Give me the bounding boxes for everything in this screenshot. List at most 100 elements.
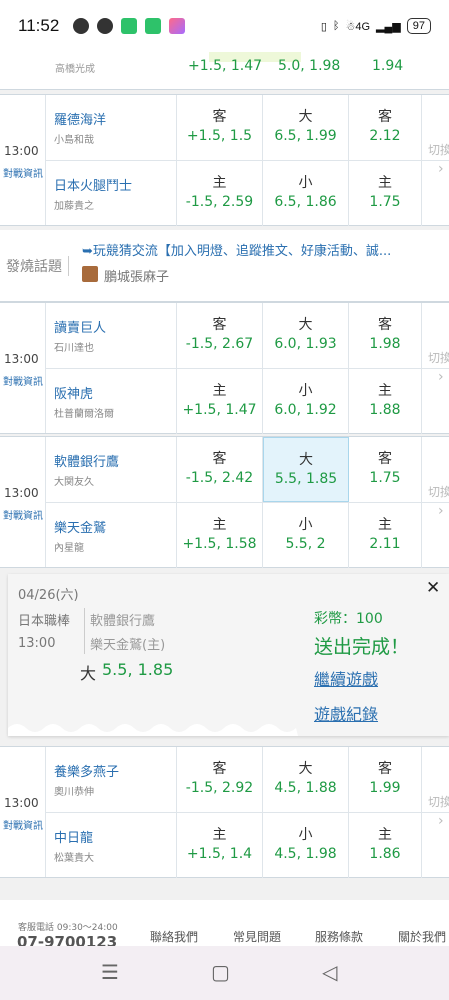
- moneyline-odd[interactable]: 主 2.11: [349, 503, 422, 568]
- spread-odd[interactable]: 客 +1.5, 1.5: [177, 95, 263, 160]
- app-notification-icon: [121, 18, 138, 34]
- match-info-link[interactable]: 對戰資訊: [3, 373, 43, 388]
- odd-value: 2.12: [369, 128, 401, 144]
- spread-odd[interactable]: 主 -1.5, 2.59: [177, 161, 263, 226]
- spread-odd[interactable]: 主 +1.5, 1.47: [177, 369, 263, 434]
- switch-column[interactable]: 切換 ›: [422, 747, 449, 877]
- network-indicator: ☃4G: [345, 20, 371, 33]
- spread-odd[interactable]: 客 -1.5, 2.92: [177, 747, 263, 812]
- popup-team-away: 軟體銀行鷹: [90, 614, 156, 629]
- chevron-right-icon[interactable]: ›: [438, 369, 444, 385]
- total-odd-selected[interactable]: 大 5.5, 1.85: [263, 437, 349, 502]
- odd-label: 小: [298, 517, 313, 533]
- odd-value[interactable]: 1.94: [372, 58, 403, 74]
- odd-label: 大: [298, 761, 313, 777]
- popup-coins: 彩幣：100: [314, 611, 383, 627]
- switch-label[interactable]: 切換: [428, 141, 449, 158]
- menu-icon[interactable]: ☰: [101, 960, 119, 984]
- total-odd[interactable]: 小 6.0, 1.92: [263, 369, 349, 434]
- team-cell[interactable]: 讀賣巨人 石川達也: [46, 303, 177, 368]
- match-info-link[interactable]: 對戰資訊: [3, 817, 43, 832]
- topic-author[interactable]: 鵬城張麻子: [104, 266, 169, 285]
- topic-title-link[interactable]: ➥玩競猜交流【加入明燈、追蹤推文、好康活動、誠...: [82, 240, 444, 259]
- team-name[interactable]: 讀賣巨人: [54, 317, 176, 336]
- total-odd[interactable]: 小 5.5, 2: [263, 503, 349, 568]
- odd-value: 4.5, 1.98: [274, 846, 337, 862]
- spread-odd[interactable]: 客 -1.5, 2.67: [177, 303, 263, 368]
- total-odd[interactable]: 大 6.5, 1.99: [263, 95, 349, 160]
- pitcher-name: 杜普蘭爾洛爾: [54, 409, 114, 420]
- service-phone-label: 客服電話 09:30～24:00: [18, 923, 118, 933]
- moneyline-odd[interactable]: 客 1.98: [349, 303, 422, 368]
- team-name[interactable]: 養樂多燕子: [54, 761, 176, 780]
- game-record-link[interactable]: 遊戲紀錄: [314, 701, 378, 725]
- total-odd[interactable]: 小 4.5, 1.98: [263, 813, 349, 878]
- switch-column[interactable]: 切換 ›: [422, 95, 449, 225]
- moneyline-odd[interactable]: 主 1.88: [349, 369, 422, 434]
- team-name[interactable]: 日本火腿鬥士: [54, 175, 176, 194]
- odd-label: 大: [298, 109, 313, 125]
- system-status: ▯ ᛒ ☃4G ▂▄▆ 97: [321, 18, 431, 34]
- game-time: 13:00: [4, 352, 39, 366]
- spread-odd[interactable]: 主 +1.5, 1.4: [177, 813, 263, 878]
- chevron-right-icon[interactable]: ›: [438, 161, 444, 177]
- away-team-row: 讀賣巨人 石川達也 客 -1.5, 2.67 大 6.0, 1.93 客 1.98: [46, 303, 449, 368]
- team-name[interactable]: 阪神虎: [54, 383, 176, 402]
- switch-label[interactable]: 切換: [428, 793, 449, 810]
- moneyline-odd[interactable]: 主 1.75: [349, 161, 422, 226]
- notification-icons: [73, 18, 186, 34]
- chevron-right-icon[interactable]: ›: [438, 503, 444, 519]
- odd-value: 2.11: [369, 536, 401, 552]
- odd-value[interactable]: 5.0, 1.98: [278, 58, 340, 74]
- match-info-link[interactable]: 對戰資訊: [3, 507, 43, 522]
- home-icon[interactable]: ▢: [211, 960, 230, 984]
- service-phone[interactable]: 07-9700123: [17, 933, 117, 946]
- continue-game-link[interactable]: 繼續遊戲: [314, 666, 378, 690]
- spread-odd[interactable]: 客 -1.5, 2.42: [177, 437, 263, 502]
- odd-label: 客: [212, 109, 227, 125]
- chevron-right-icon[interactable]: ›: [438, 813, 444, 829]
- popup-league: 日本職棒: [18, 614, 71, 629]
- team-name[interactable]: 樂天金鷲: [54, 517, 176, 536]
- battery-indicator: 97: [406, 18, 431, 34]
- total-odd[interactable]: 大 6.0, 1.93: [263, 303, 349, 368]
- team-cell[interactable]: 羅德海洋 小島和哉: [46, 95, 177, 160]
- team-cell[interactable]: 中日龍 松葉貴大: [46, 813, 177, 878]
- back-icon[interactable]: ◁: [322, 960, 337, 984]
- total-odd[interactable]: 大 4.5, 1.88: [263, 747, 349, 812]
- switch-label[interactable]: 切換: [428, 483, 449, 500]
- footer-link-contact[interactable]: 聯絡我們: [150, 928, 198, 945]
- team-name[interactable]: 中日龍: [54, 827, 176, 846]
- game-time: 13:00: [4, 144, 39, 158]
- team-name[interactable]: 羅德海洋: [54, 109, 176, 128]
- switch-label[interactable]: 切換: [428, 349, 449, 366]
- match-info-link[interactable]: 對戰資訊: [3, 165, 43, 180]
- time-column: 13:00 對戰資訊: [0, 747, 46, 877]
- footer-link-terms[interactable]: 服務條款: [315, 928, 363, 945]
- moneyline-odd[interactable]: 客 2.12: [349, 95, 422, 160]
- switch-column[interactable]: 切換 ›: [422, 437, 449, 567]
- team-cell[interactable]: 軟體銀行鷹 大関友久: [46, 437, 177, 502]
- spread-odd[interactable]: 主 +1.5, 1.58: [177, 503, 263, 568]
- footer-link-about[interactable]: 關於我們: [398, 928, 446, 945]
- moneyline-odd[interactable]: 客 1.75: [349, 437, 422, 502]
- divider: [84, 608, 85, 654]
- footer-link-faq[interactable]: 常見問題: [233, 928, 281, 945]
- total-odd[interactable]: 小 6.5, 1.86: [263, 161, 349, 226]
- away-team-row: 羅德海洋 小島和哉 客 +1.5, 1.5 大 6.5, 1.99 客 2.12: [46, 95, 449, 160]
- team-cell[interactable]: 阪神虎 杜普蘭爾洛爾: [46, 369, 177, 434]
- odd-value: -1.5, 2.67: [185, 336, 254, 352]
- odd-label: 客: [378, 451, 392, 467]
- game-time: 13:00: [4, 796, 39, 810]
- team-cell[interactable]: 養樂多燕子 奧川恭伸: [46, 747, 177, 812]
- moneyline-odd[interactable]: 主 1.86: [349, 813, 422, 878]
- chat-icon: [73, 18, 90, 34]
- team-cell[interactable]: 日本火腿鬥士 加藤貴之: [46, 161, 177, 226]
- switch-column[interactable]: 切換 ›: [422, 303, 449, 433]
- close-icon[interactable]: ✕: [426, 578, 440, 598]
- team-cell[interactable]: 樂天金鷲 內星龍: [46, 503, 177, 568]
- vibrate-icon: ▯: [320, 20, 327, 33]
- moneyline-odd[interactable]: 客 1.99: [349, 747, 422, 812]
- odd-value[interactable]: +1.5, 1.47: [188, 58, 262, 74]
- team-name[interactable]: 軟體銀行鷹: [54, 451, 176, 470]
